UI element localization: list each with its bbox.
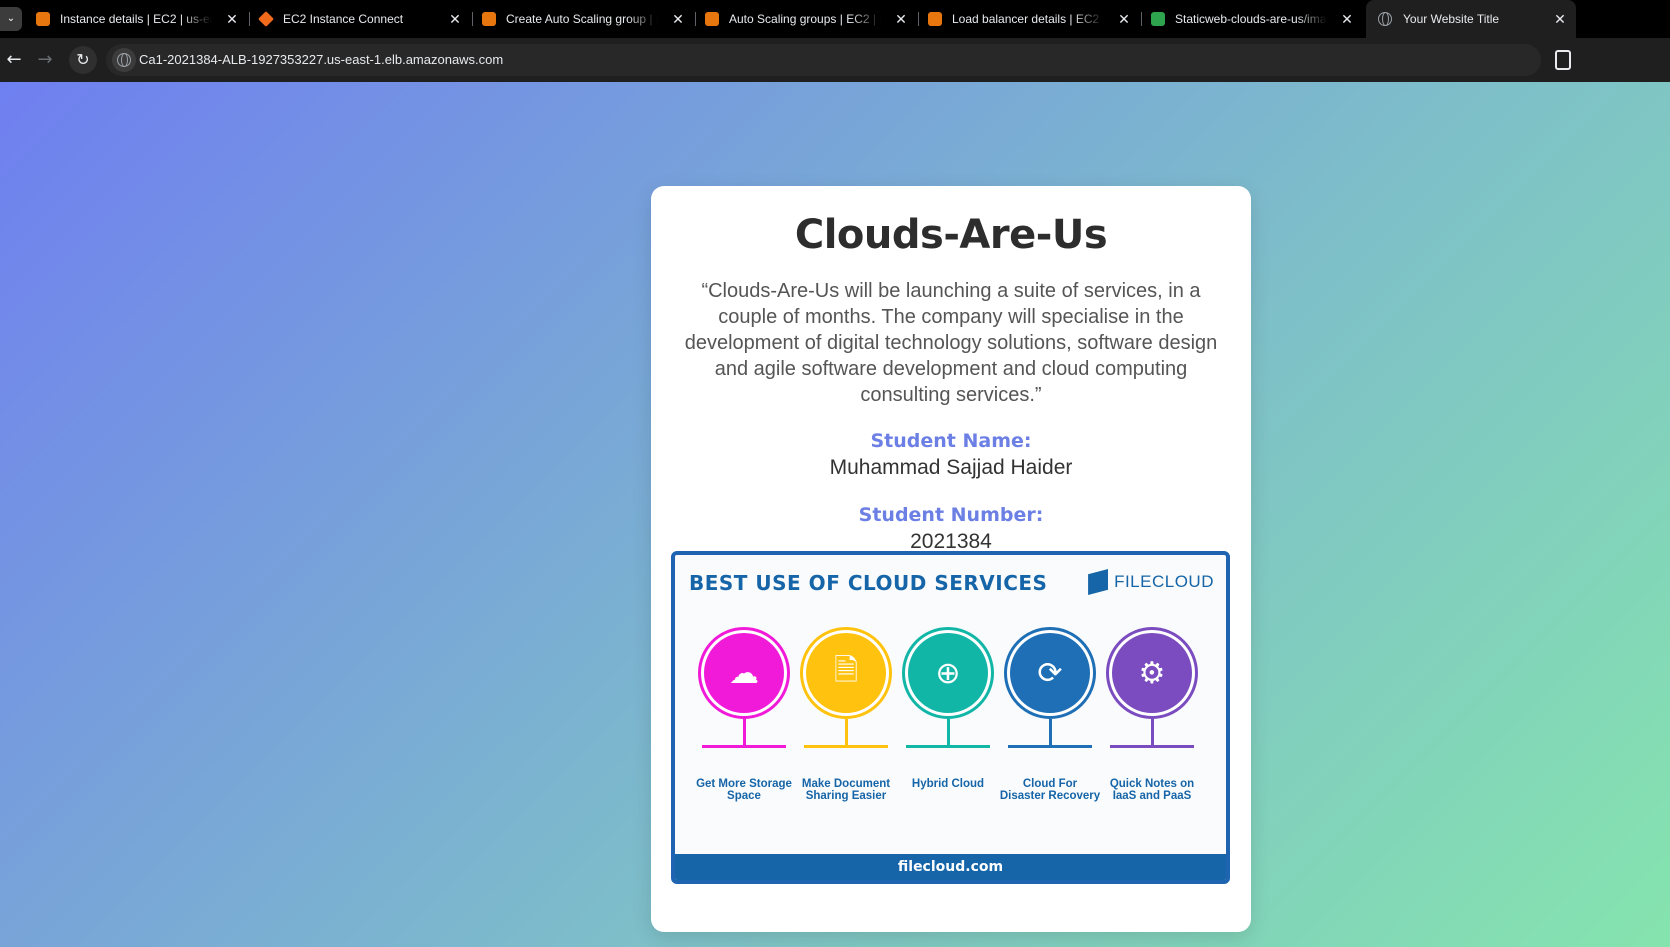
- back-button[interactable]: ←: [0, 46, 28, 74]
- hybrid-cloud-lock-icon: ⊕: [908, 633, 988, 713]
- pin-caption: Cloud For Disaster Recovery: [999, 778, 1101, 802]
- cloud-gear-icon: ⚙: [1112, 633, 1192, 713]
- aws-console-icon: [705, 12, 719, 26]
- s3-bucket-icon: [1151, 12, 1165, 26]
- close-icon[interactable]: ✕: [447, 4, 463, 34]
- globe-icon: [1378, 12, 1392, 26]
- tab-strip: ⌄ Instance details | EC2 | us-east-1 ✕ E…: [0, 0, 1670, 38]
- aws-console-icon: [482, 12, 496, 26]
- filecloud-logo-icon: [1088, 569, 1109, 595]
- student-number-label: Student Number:: [858, 504, 1044, 526]
- infographic-footer: filecloud.com: [675, 854, 1226, 880]
- url-text[interactable]: Ca1-2021384-ALB-1927353227.us-east-1.elb…: [139, 44, 503, 76]
- tab-separator: [472, 12, 473, 26]
- aws-console-icon: [36, 12, 50, 26]
- close-icon[interactable]: ✕: [893, 4, 909, 34]
- forward-button[interactable]: →: [31, 46, 59, 74]
- page-viewport: Clouds-Are-Us “Clouds-Are-Us will be lau…: [0, 82, 1670, 947]
- address-bar[interactable]: Ca1-2021384-ALB-1927353227.us-east-1.elb…: [106, 44, 1541, 76]
- pin-disaster-recovery: ⟳ Cloud For Disaster Recovery: [999, 627, 1101, 802]
- filecloud-logo: FILECLOUD: [1088, 569, 1214, 595]
- service-pins: ☁ Get More Storage Space 🗎 Make Document…: [693, 627, 1213, 827]
- content-card: Clouds-Are-Us “Clouds-Are-Us will be lau…: [651, 186, 1251, 932]
- tab-auto-scaling-groups[interactable]: Auto Scaling groups | EC2 | us-east-1 ✕: [705, 4, 909, 34]
- close-icon[interactable]: ✕: [1339, 4, 1355, 34]
- close-icon[interactable]: ✕: [224, 4, 240, 34]
- recovery-laptop-icon: ⟳: [1010, 633, 1090, 713]
- tab-separator: [918, 12, 919, 26]
- student-name-label: Student Name:: [870, 430, 1032, 452]
- close-icon[interactable]: ✕: [1552, 0, 1568, 38]
- pin-caption: Quick Notes on IaaS and PaaS: [1109, 778, 1195, 802]
- tab-ec2-instance-connect[interactable]: EC2 Instance Connect ✕: [258, 4, 463, 34]
- reload-button[interactable]: ↻: [69, 46, 97, 74]
- pin-caption: Make Document Sharing Easier: [801, 778, 891, 802]
- pin-caption: Hybrid Cloud: [911, 778, 985, 790]
- page-title: Clouds-Are-Us: [794, 212, 1108, 258]
- tab-search-button[interactable]: ⌄: [0, 7, 22, 31]
- filecloud-logo-text: FILECLOUD: [1114, 572, 1214, 591]
- tab-separator: [695, 12, 696, 26]
- browser-toolbar: ← → ↻ Ca1-2021384-ALB-1927353227.us-east…: [0, 38, 1670, 82]
- close-icon[interactable]: ✕: [670, 4, 686, 34]
- cloud-rain-icon: ☁: [704, 633, 784, 713]
- tab-your-website[interactable]: Your Website Title ✕: [1366, 0, 1576, 38]
- tab-separator: [249, 12, 250, 26]
- shared-document-icon: 🗎: [806, 633, 886, 713]
- tab-separator: [1141, 12, 1142, 26]
- aws-console-icon: [928, 12, 942, 26]
- student-name: Muhammad Sajjad Haider: [829, 456, 1073, 479]
- tab-load-balancer-details[interactable]: Load balancer details | EC2 | us-east-1 …: [928, 4, 1132, 34]
- infographic-title: BEST USE OF CLOUD SERVICES: [689, 571, 1048, 595]
- pin-caption: Get More Storage Space: [696, 778, 792, 802]
- site-info-icon[interactable]: [112, 48, 136, 72]
- pin-document-sharing: 🗎 Make Document Sharing Easier: [795, 627, 897, 802]
- pin-iaas-paas: ⚙ Quick Notes on IaaS and PaaS: [1101, 627, 1203, 802]
- tab-s3-staticweb[interactable]: Staticweb-clouds-are-us/images ✕: [1151, 4, 1355, 34]
- cloud-services-infographic: BEST USE OF CLOUD SERVICES FILECLOUD ☁ G…: [671, 551, 1230, 884]
- tab-instance-details[interactable]: Instance details | EC2 | us-east-1 ✕: [36, 4, 240, 34]
- pin-hybrid-cloud: ⊕ Hybrid Cloud: [897, 627, 999, 790]
- close-icon[interactable]: ✕: [1116, 4, 1132, 34]
- pin-storage: ☁ Get More Storage Space: [693, 627, 795, 802]
- company-quote: “Clouds-Are-Us will be launching a suite…: [684, 280, 1218, 406]
- ec2-cube-icon: [258, 11, 274, 27]
- tab-create-auto-scaling[interactable]: Create Auto Scaling group | EC2 ✕: [482, 4, 686, 34]
- extensions-icon[interactable]: [1555, 50, 1571, 70]
